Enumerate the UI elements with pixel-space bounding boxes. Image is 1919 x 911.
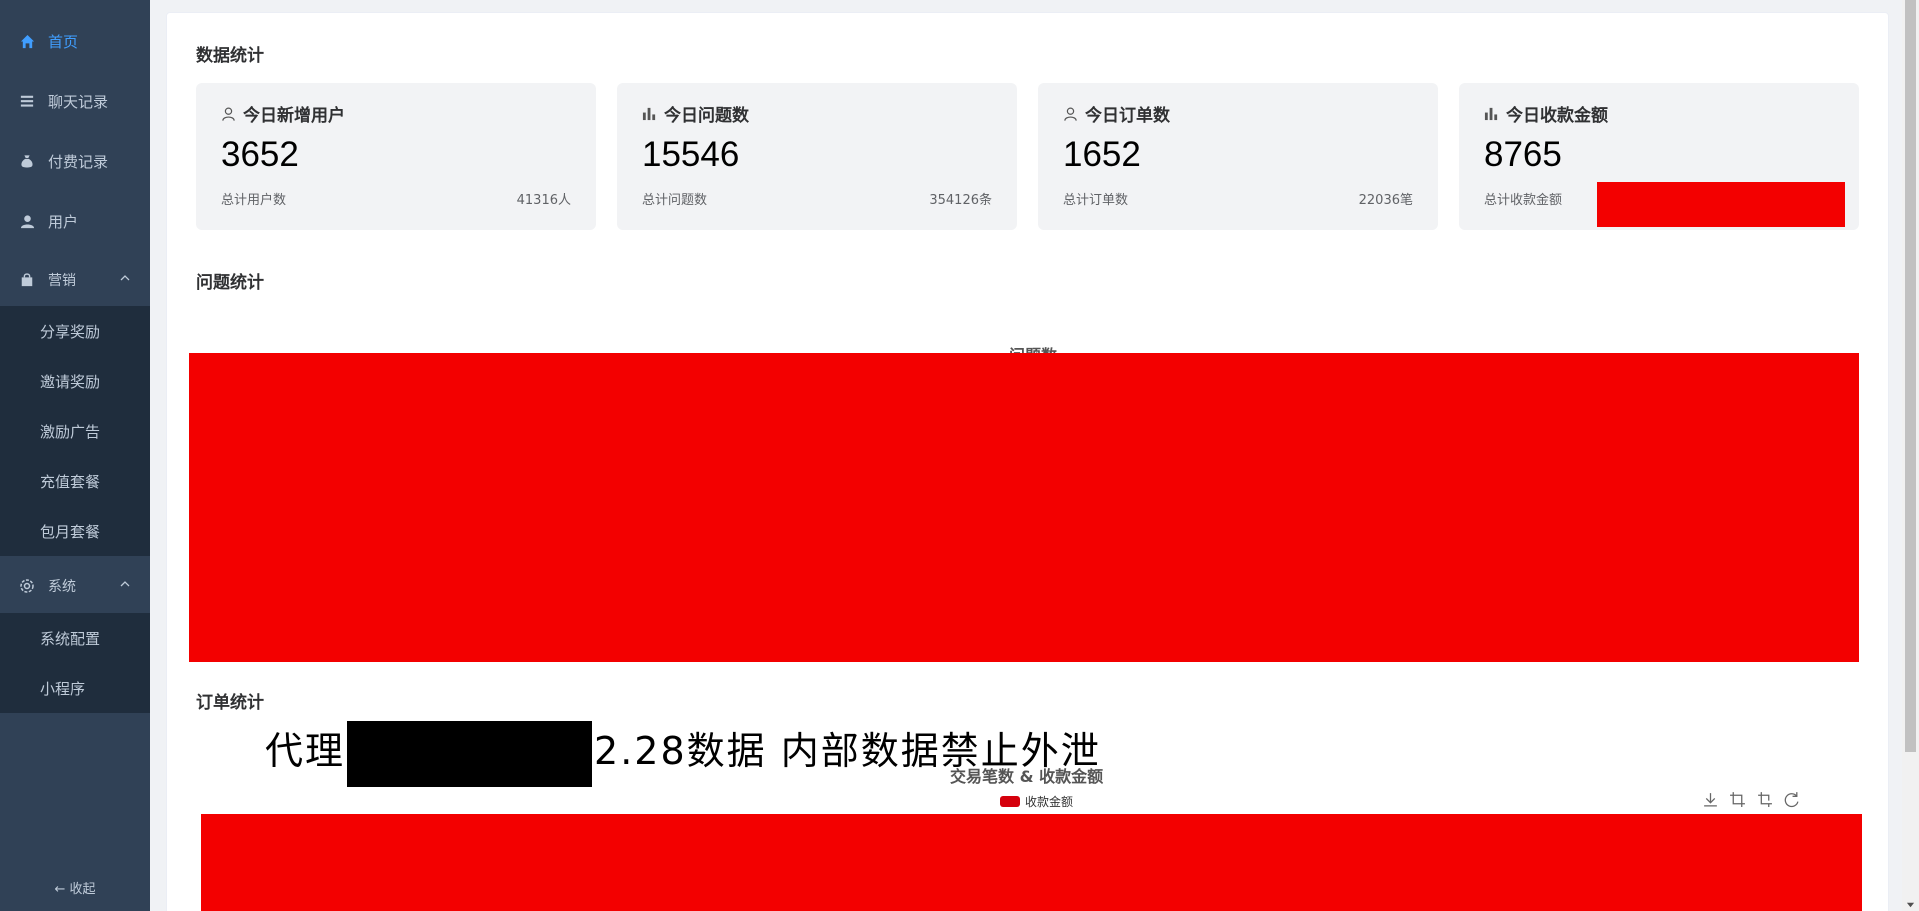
dashboard-panel: 数据统计 今日新增用户 3652 总计用户数 41316人 今日问题数 1554… [166,12,1889,911]
sidebar-item-mini-program[interactable]: 小程序 [0,663,150,713]
chevron-up-icon [120,581,130,587]
order-chart-legend[interactable]: 收款金额 [1000,793,1073,810]
marketing-submenu: 分享奖励 邀请奖励 激励广告 充值套餐 包月套餐 [0,306,150,556]
redaction-block [1597,182,1845,227]
user-icon [1063,106,1079,122]
money-bag-icon [18,152,36,170]
card-foot-label: 总计问题数 [642,193,708,208]
collapse-label: 收起 [69,882,96,897]
section-title-question-stats: 问题统计 [196,273,264,293]
card-foot-value: 41316人 [516,193,571,208]
home-icon [18,32,36,50]
user-icon [221,106,237,122]
sidebar-item-chat-records[interactable]: 聊天记录 [0,72,150,130]
sidebar-item-label: 营销 [48,273,76,289]
card-title: 今日收款金额 [1506,106,1608,126]
order-chart-redaction [201,814,1862,911]
watermark-redaction [347,720,593,787]
section-title-order-stats: 订单统计 [196,693,264,713]
card-value: 1652 [1063,135,1141,174]
stat-card-orders: 今日订单数 1652 总计订单数 22036笔 [1038,83,1438,230]
card-foot-value: 354126条 [929,193,992,208]
chevron-up-icon [120,275,130,281]
watermark-prefix: 代理 [265,729,346,773]
chart-toolbox [1702,791,1800,808]
card-foot-value: 22036笔 [1358,193,1413,208]
sidebar-item-invite-reward[interactable]: 邀请奖励 [0,356,150,406]
card-foot-label: 总计订单数 [1063,193,1129,208]
main-content: 数据统计 今日新增用户 3652 总计用户数 41316人 今日问题数 1554… [150,0,1919,911]
sidebar-item-label: 用户 [48,212,79,231]
zoom-icon[interactable] [1729,791,1746,808]
sidebar-item-recharge-plans[interactable]: 充值套餐 [0,456,150,506]
sidebar-item-label: 付费记录 [48,152,109,171]
legend-label: 收款金额 [1025,795,1074,809]
sidebar-item-label: 聊天记录 [48,92,109,111]
card-value: 15546 [642,135,740,174]
sidebar-item-label: 系统 [48,579,76,595]
download-icon[interactable] [1702,791,1719,808]
sidebar-item-users[interactable]: 用户 [0,192,150,250]
gear-icon [18,577,36,595]
scroll-down-arrow-icon[interactable] [1906,900,1915,909]
card-foot-label: 总计用户数 [221,193,287,208]
sidebar-item-system-config[interactable]: 系统配置 [0,613,150,663]
card-value: 3652 [221,135,299,174]
sidebar-item-reward-ads[interactable]: 激励广告 [0,406,150,456]
restore-icon[interactable] [1783,791,1800,808]
question-chart-redaction [189,353,1859,662]
card-title: 今日问题数 [664,106,749,126]
sidebar-item-home[interactable]: 首页 [0,12,150,70]
scrollbar-thumb[interactable] [1905,0,1916,752]
watermark-text: 代理 2.28数据 内部数据禁止外泄 [265,720,1101,787]
user-icon [18,212,36,230]
watermark-suffix: 2.28数据 内部数据禁止外泄 [594,729,1101,773]
sidebar: 首页 聊天记录 付费记录 用户 营销 分享奖励 邀请奖励 激励广告 充值套餐 包… [0,0,150,911]
sidebar-item-system[interactable]: 系统 [0,557,150,615]
bar-chart-icon [642,106,658,122]
section-title-data-stats: 数据统计 [196,46,264,66]
list-icon [18,92,36,110]
card-title: 今日新增用户 [243,106,345,126]
arrow-left-icon: ← [54,882,66,897]
stat-card-revenue: 今日收款金额 8765 总计收款金额 [1459,83,1859,230]
scrollbar[interactable] [1902,0,1919,911]
stat-card-questions: 今日问题数 15546 总计问题数 354126条 [617,83,1017,230]
sidebar-item-monthly-plans[interactable]: 包月套餐 [0,506,150,556]
sidebar-item-marketing[interactable]: 营销 [0,251,150,309]
sidebar-item-label: 首页 [48,32,79,51]
system-submenu: 系统配置 小程序 [0,613,150,713]
collapse-button[interactable]: ← 收起 [0,878,150,897]
legend-swatch [1000,796,1020,807]
card-title: 今日订单数 [1085,106,1170,126]
sidebar-item-payment-records[interactable]: 付费记录 [0,132,150,190]
card-value: 8765 [1484,135,1562,174]
zoom-reset-icon[interactable] [1756,791,1773,808]
card-foot-label: 总计收款金额 [1484,193,1563,208]
sidebar-item-share-reward[interactable]: 分享奖励 [0,306,150,356]
shopping-bag-icon [18,271,36,289]
bar-chart-icon [1484,106,1500,122]
stat-card-new-users: 今日新增用户 3652 总计用户数 41316人 [196,83,596,230]
